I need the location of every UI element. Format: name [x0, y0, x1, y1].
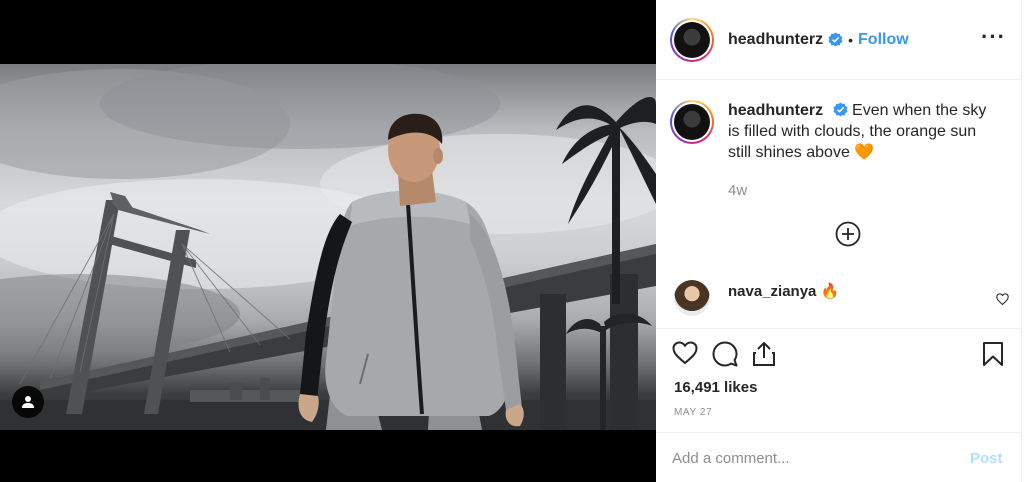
caption-author-avatar[interactable] — [670, 100, 714, 144]
post-media — [0, 0, 656, 482]
commenter-avatar[interactable] — [674, 280, 710, 316]
avatar-inner — [672, 19, 712, 60]
caption-body: headhunterz Even when the sky is filled … — [728, 100, 998, 163]
commenter-username[interactable]: nava_zianya — [728, 283, 816, 300]
post-date[interactable]: MAY 27 — [674, 407, 712, 418]
user-tag-button[interactable] — [12, 386, 44, 418]
heart-outline-icon — [996, 293, 1009, 306]
like-icon[interactable] — [672, 341, 698, 365]
comment-body: nava_zianya 🔥 — [728, 282, 839, 300]
user-tag-icon — [22, 396, 34, 408]
verified-badge-icon — [833, 102, 848, 117]
comment-text: 🔥 — [820, 283, 840, 300]
photo-illustration — [0, 64, 656, 430]
action-buttons — [672, 341, 776, 367]
share-icon[interactable] — [752, 341, 776, 367]
avatar-image — [674, 104, 710, 140]
post-comment-button[interactable]: Post — [970, 450, 1003, 467]
caption-timestamp[interactable]: 4w — [728, 182, 747, 199]
likes-count[interactable]: 16,491 likes — [674, 379, 757, 396]
post-photo[interactable] — [0, 64, 656, 430]
comment-box: Post — [656, 432, 1022, 482]
comment-icon[interactable] — [712, 341, 738, 367]
avatar-inner — [672, 102, 712, 142]
follow-button[interactable]: Follow — [858, 31, 909, 49]
comment-item: nava_zianya 🔥 — [674, 280, 839, 316]
post-header: headhunterz • Follow ··· — [656, 0, 1022, 80]
post-side-panel: headhunterz • Follow ··· headhunterz Eve… — [656, 0, 1022, 482]
post-actions: 16,491 likes MAY 27 — [656, 328, 1022, 418]
load-more-comments-icon[interactable] — [834, 220, 862, 248]
caption-username[interactable]: headhunterz — [728, 102, 823, 119]
more-options-icon[interactable]: ··· — [981, 26, 1006, 48]
comment-input[interactable] — [672, 447, 952, 469]
author-username[interactable]: headhunterz — [728, 31, 823, 49]
avatar-image — [674, 21, 710, 58]
caption: headhunterz Even when the sky is filled … — [670, 100, 998, 163]
author-avatar[interactable] — [670, 17, 714, 62]
verified-badge-icon — [828, 32, 843, 47]
header-separator: • — [848, 31, 854, 48]
comments-area[interactable]: headhunterz Even when the sky is filled … — [656, 80, 1022, 328]
save-icon[interactable] — [982, 341, 1004, 367]
comment-like-button[interactable] — [996, 292, 1009, 310]
